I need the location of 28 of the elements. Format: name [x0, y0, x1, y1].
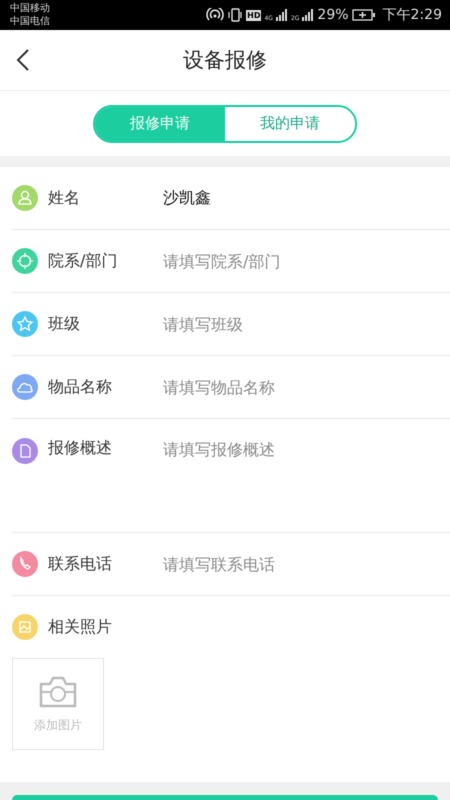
input-field[interactable]: 请填写报修概述: [163, 438, 292, 460]
hotspot-icon: [206, 8, 224, 22]
input-field[interactable]: 请填写班级: [163, 313, 258, 335]
field-label: 相关照片: [48, 616, 113, 638]
tab[interactable]: 报修申请: [95, 106, 225, 140]
back-icon: [16, 48, 30, 72]
field-label: 院系/部门: [48, 250, 118, 272]
add-photo-button[interactable]: 添加图片: [12, 658, 104, 750]
hd-badge: HD: [246, 10, 262, 20]
field-label: 联系电话: [48, 554, 113, 574]
field-label: 报修概述: [48, 438, 113, 459]
camera-icon: [37, 674, 79, 708]
vibrate-icon: [227, 8, 244, 22]
field-label: 物品名称: [48, 376, 113, 398]
battery-icon: [352, 9, 376, 21]
field-label: 班级: [48, 314, 81, 334]
battery-percent: 29%: [317, 7, 349, 23]
clock: 下午2:29: [382, 7, 442, 23]
page-title: 设备报修: [183, 47, 267, 74]
field-label: 姓名: [48, 188, 81, 208]
carrier-name: 中国电信: [10, 15, 50, 28]
input-field[interactable]: 沙凯鑫: [163, 187, 220, 209]
input-field[interactable]: 请填写物品名称: [163, 376, 292, 398]
signal-icon: [276, 9, 288, 21]
carrier-name: 中国移动: [10, 2, 50, 15]
input-field[interactable]: 请填写院系/部门: [163, 250, 309, 272]
input-field[interactable]: 请填写联系电话: [163, 553, 292, 575]
signal-icon: [302, 9, 314, 21]
